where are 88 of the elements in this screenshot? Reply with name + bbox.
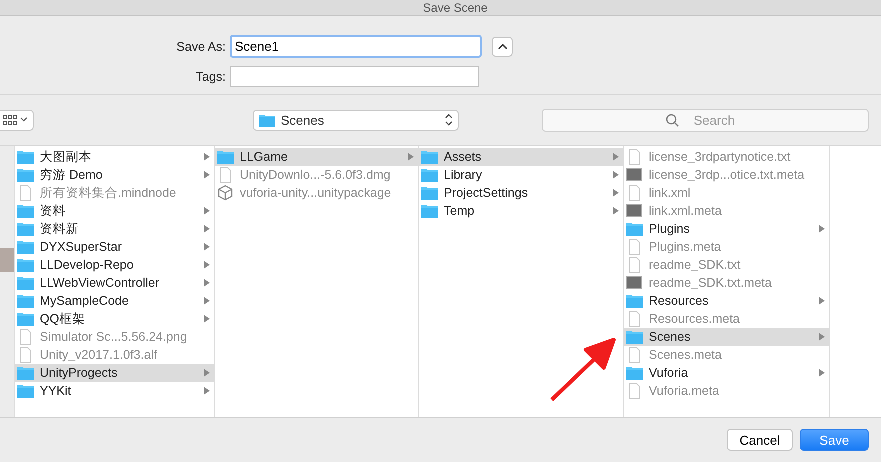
disclosure-arrow-icon — [204, 243, 210, 251]
file-browser-item[interactable]: Library — [419, 166, 623, 184]
disclosure-arrow-icon — [204, 315, 210, 323]
tags-label: Tags: — [195, 70, 226, 84]
file-icon — [626, 276, 643, 290]
save-as-label: Save As: — [176, 40, 226, 54]
folder-icon — [626, 330, 643, 344]
file-browser-item[interactable]: Scenes — [624, 328, 829, 346]
folder-icon — [421, 150, 438, 164]
view-mode-button[interactable] — [0, 110, 34, 130]
disclosure-arrow-icon — [204, 171, 210, 179]
document-icon — [626, 185, 643, 201]
disclosure-arrow-icon — [204, 225, 210, 233]
disclosure-arrow-icon — [204, 279, 210, 287]
file-browser-item[interactable]: LLDevelop-Repo — [15, 256, 214, 274]
file-browser-item[interactable]: MySampleCode — [15, 292, 214, 310]
file-icon — [626, 204, 643, 218]
disclosure-arrow-icon — [613, 207, 619, 215]
folder-icon — [17, 222, 34, 236]
folder-icon — [17, 204, 34, 218]
file-icon — [626, 168, 643, 182]
file-browser-item[interactable]: 穷游 Demo — [15, 166, 214, 184]
document-icon — [626, 149, 643, 165]
file-browser-item[interactable]: ProjectSettings — [419, 184, 623, 202]
disclosure-arrow-icon — [204, 387, 210, 395]
folder-icon — [17, 258, 34, 272]
save-as-field[interactable]: Scene1 — [230, 35, 482, 58]
file-browser-item[interactable]: Temp — [419, 202, 623, 220]
folder-icon — [17, 384, 34, 398]
annotation-arrow — [548, 336, 618, 404]
file-browser-item[interactable]: Vuforia — [624, 364, 829, 382]
folder-icon — [421, 168, 438, 182]
folder-icon — [217, 150, 234, 164]
folder-icon — [259, 114, 275, 126]
disclosure-arrow-icon — [204, 369, 210, 377]
document-icon — [626, 383, 643, 399]
file-browser-item[interactable]: 资料 — [15, 202, 214, 220]
search-field[interactable]: Search — [542, 108, 869, 132]
document-icon — [17, 185, 34, 201]
location-popup[interactable]: Scenes — [253, 110, 459, 130]
folder-icon — [17, 168, 34, 182]
search-icon — [666, 114, 679, 126]
folder-icon — [626, 294, 643, 308]
file-browser-item[interactable]: Assets — [419, 148, 623, 166]
file-browser-item[interactable]: Plugins — [624, 220, 829, 238]
file-browser-item[interactable]: 资料新 — [15, 220, 214, 238]
folder-icon — [17, 276, 34, 290]
disclosure-arrow-icon — [613, 153, 619, 161]
file-browser-item[interactable]: UnityProgects — [15, 364, 214, 382]
folder-icon — [626, 366, 643, 380]
file-browser-item[interactable]: DYXSuperStar — [15, 238, 214, 256]
disclosure-arrow-icon — [819, 225, 825, 233]
disclosure-arrow-icon — [819, 297, 825, 305]
cube-icon — [217, 185, 234, 201]
document-icon — [626, 257, 643, 273]
disclosure-arrow-icon — [613, 171, 619, 179]
disclosure-arrow-icon — [204, 207, 210, 215]
disclosure-arrow-icon — [408, 153, 414, 161]
disclosure-arrow-icon — [204, 153, 210, 161]
folder-icon — [421, 186, 438, 200]
cancel-button[interactable]: Cancel — [727, 429, 793, 451]
stepper-icon — [445, 114, 453, 126]
disclosure-arrow-icon — [819, 333, 825, 341]
disclosure-arrow-icon — [819, 369, 825, 377]
document-icon — [17, 329, 34, 345]
file-browser-item[interactable]: LLWebViewController — [15, 274, 214, 292]
folder-icon — [17, 150, 34, 164]
expand-button[interactable] — [492, 36, 513, 56]
file-browser-item[interactable]: QQ框架 — [15, 310, 214, 328]
file-browser-item[interactable]: Resources — [624, 292, 829, 310]
chevron-up-icon — [498, 43, 508, 50]
grid-view-icon — [2, 114, 30, 126]
folder-icon — [17, 240, 34, 254]
file-browser-item[interactable]: 大图副本 — [15, 148, 214, 166]
file-browser-item[interactable]: LLGame — [215, 148, 418, 166]
folder-icon — [17, 294, 34, 308]
document-icon — [626, 239, 643, 255]
disclosure-arrow-icon — [204, 297, 210, 305]
folder-icon — [626, 222, 643, 236]
disclosure-arrow-icon — [613, 189, 619, 197]
folder-icon — [17, 366, 34, 380]
disclosure-arrow-icon — [204, 261, 210, 269]
file-browser-item[interactable]: YYKit — [15, 382, 214, 400]
file-browser-item[interactable]: 所有资料集合.mindnode — [15, 184, 214, 202]
tags-field[interactable] — [230, 66, 479, 87]
window-title: Save Scene — [423, 2, 488, 15]
folder-icon — [17, 312, 34, 326]
folder-icon — [421, 204, 438, 218]
